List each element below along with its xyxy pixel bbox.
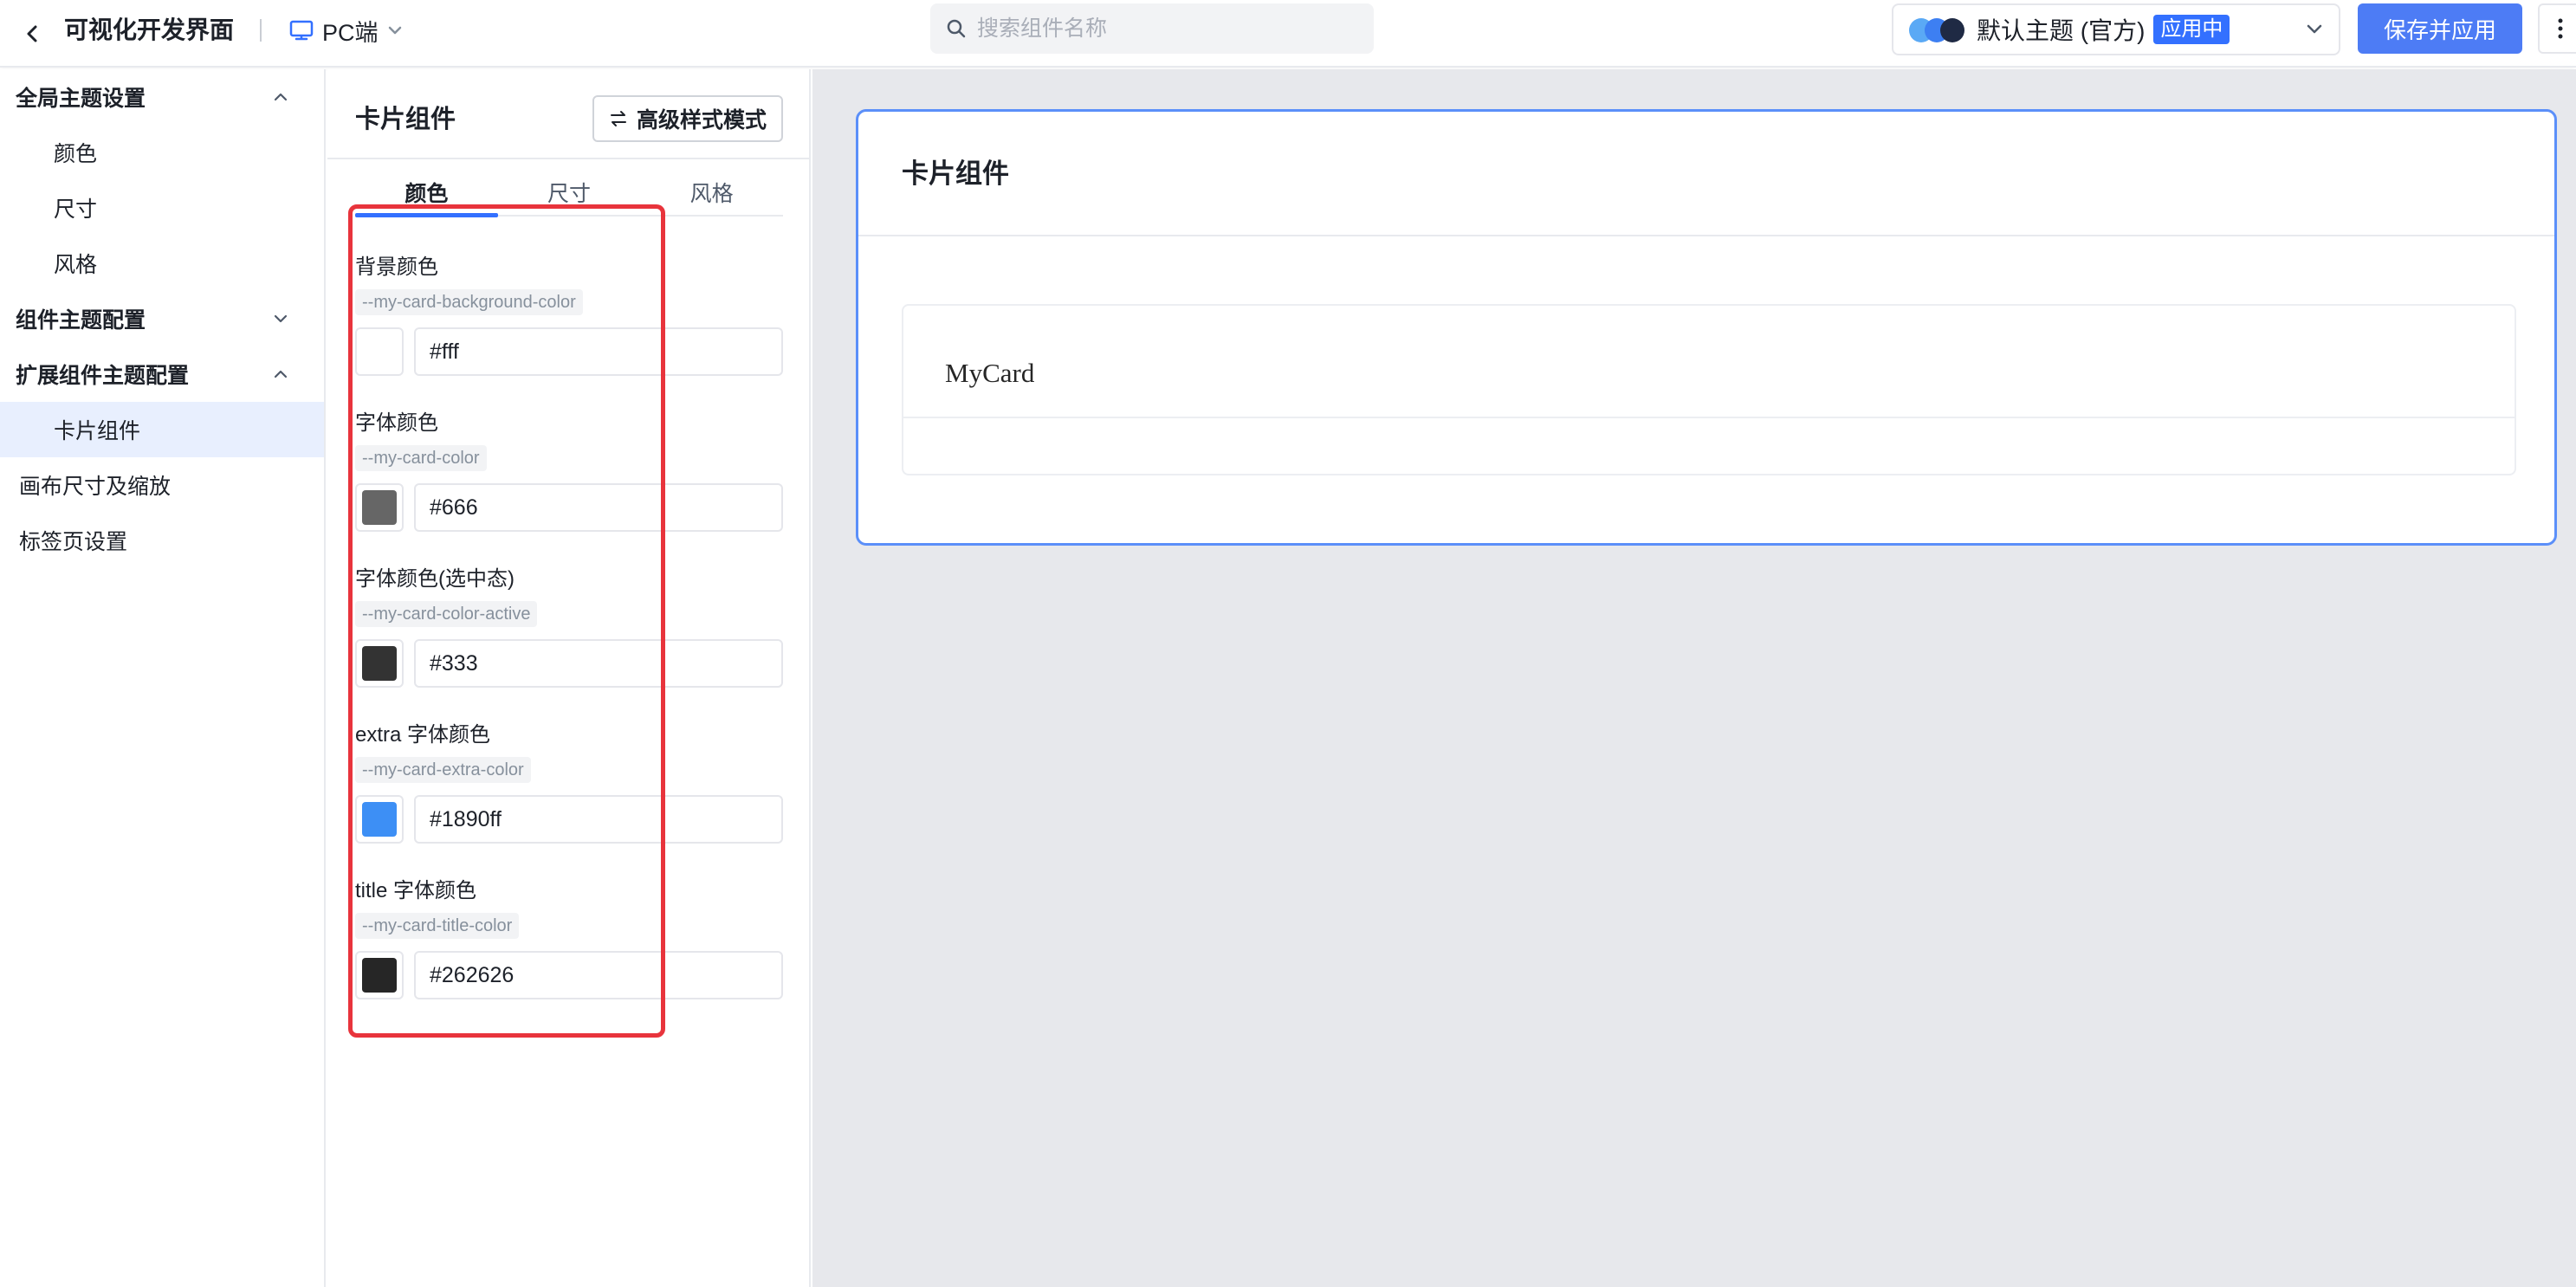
field-row [355, 327, 783, 376]
swap-icon [610, 111, 626, 126]
more-vertical-icon [2558, 18, 2563, 39]
card-preview-title: 卡片组件 [902, 158, 1009, 189]
color-value-input[interactable] [414, 639, 783, 688]
color-swatch[interactable] [355, 795, 404, 844]
color-value-input[interactable] [414, 795, 783, 844]
color-swatch[interactable] [355, 327, 404, 376]
css-variable-tag: --my-card-color-active [355, 601, 538, 627]
swatch-fill [362, 958, 397, 993]
advanced-style-mode-button[interactable]: 高级样式模式 [592, 95, 783, 142]
search-input[interactable] [977, 16, 1341, 42]
chevron-down-icon [2307, 24, 2322, 34]
css-variable-tag: --my-card-color [355, 445, 487, 471]
theme-color-dots [1909, 16, 1973, 42]
sidebar-item-tab-settings[interactable]: 标签页设置 [0, 513, 324, 568]
sidebar-item-size[interactable]: 尺寸 [0, 180, 324, 236]
field-label: extra 字体颜色 [355, 723, 491, 747]
card-component-preview[interactable]: 卡片组件 MyCard [856, 109, 2557, 546]
platform-label: PC端 [322, 19, 379, 46]
panel-title: 卡片组件 [355, 106, 456, 133]
css-variable-tag: --my-card-title-color [355, 913, 520, 939]
color-value-input[interactable] [414, 951, 783, 999]
sidebar-group-label: 扩展组件主题配置 [16, 364, 190, 388]
monitor-icon [289, 20, 314, 41]
sidebar-group-label: 组件主题配置 [16, 308, 146, 333]
sidebar: 全局主题设置 颜色 尺寸 风格 组件主题配置 扩展组件主题配置 卡片组件 画布尺… [0, 69, 326, 1287]
field-label: title 字体颜色 [355, 879, 477, 902]
field-title-font-color: title 字体颜色 --my-card-title-color [355, 876, 783, 999]
color-swatch[interactable] [355, 639, 404, 688]
field-extra-font-color: extra 字体颜色 --my-card-extra-color [355, 721, 783, 844]
panel-header: 卡片组件 高级样式模式 [327, 69, 811, 159]
sidebar-group-global-theme[interactable]: 全局主题设置 [0, 69, 324, 125]
chevron-down-icon [388, 26, 401, 35]
sidebar-item-card-component[interactable]: 卡片组件 [0, 402, 324, 457]
field-row [355, 639, 783, 688]
chevron-left-icon [27, 25, 37, 42]
color-value-input[interactable] [414, 327, 783, 376]
app-title: 可视化开发界面 [64, 16, 235, 43]
platform-select[interactable]: PC端 [289, 13, 403, 48]
advanced-style-mode-label: 高级样式模式 [636, 108, 767, 133]
swatch-fill [362, 334, 397, 369]
chevron-up-icon [274, 93, 288, 101]
field-label: 字体颜色(选中态) [355, 567, 515, 591]
css-variable-tag: --my-card-background-color [355, 289, 583, 315]
field-background-color: 背景颜色 --my-card-background-color [355, 253, 783, 376]
sidebar-group-label: 全局主题设置 [16, 87, 146, 111]
swatch-fill [362, 802, 397, 837]
field-row [355, 483, 783, 532]
divider [903, 417, 2515, 418]
more-button[interactable] [2538, 3, 2576, 54]
preview-canvas: 卡片组件 MyCard [812, 69, 2576, 1287]
swatch-fill [362, 490, 397, 525]
field-font-color: 字体颜色 --my-card-color [355, 409, 783, 532]
chevron-up-icon [274, 370, 288, 378]
mycard-title: MyCard [945, 358, 1035, 388]
swatch-fill [362, 646, 397, 681]
sidebar-item-color[interactable]: 颜色 [0, 125, 324, 180]
field-row [355, 795, 783, 844]
search-icon [947, 19, 966, 38]
theme-name: 默认主题 (官方) [1977, 17, 2146, 44]
style-tabs: 颜色 尺寸 风格 [355, 178, 783, 217]
color-value-input[interactable] [414, 483, 783, 532]
field-label: 字体颜色 [355, 411, 438, 435]
chevron-down-icon [274, 314, 288, 323]
divider [260, 19, 262, 42]
tab-size[interactable]: 尺寸 [498, 178, 641, 215]
css-variable-tag: --my-card-extra-color [355, 757, 531, 783]
sidebar-group-component-theme[interactable]: 组件主题配置 [0, 291, 324, 346]
back-button[interactable] [16, 16, 50, 51]
color-swatch[interactable] [355, 951, 404, 999]
sidebar-item-canvas-size[interactable]: 画布尺寸及缩放 [0, 457, 324, 513]
divider [858, 235, 2554, 236]
field-label: 背景颜色 [355, 255, 438, 279]
tab-style[interactable]: 风格 [640, 178, 783, 215]
field-font-color-active: 字体颜色(选中态) --my-card-color-active [355, 565, 783, 688]
theme-dot [1940, 18, 1964, 42]
theme-select[interactable]: 默认主题 (官方) 应用中 [1892, 3, 2340, 55]
tab-color[interactable]: 颜色 [355, 178, 498, 217]
search-box[interactable] [930, 3, 1374, 54]
mycard-preview: MyCard [902, 304, 2516, 475]
field-row [355, 951, 783, 999]
top-bar: 可视化开发界面 PC端 默认主题 (官方) 应用中 保存并应用 [0, 0, 2576, 68]
save-apply-button[interactable]: 保存并应用 [2358, 3, 2522, 54]
sidebar-item-style[interactable]: 风格 [0, 236, 324, 291]
color-swatch[interactable] [355, 483, 404, 532]
config-panel: 卡片组件 高级样式模式 颜色 尺寸 风格 背景颜色 --my-card-back… [327, 69, 811, 1287]
sidebar-group-extension-theme[interactable]: 扩展组件主题配置 [0, 346, 324, 402]
theme-status-badge: 应用中 [2153, 15, 2230, 44]
